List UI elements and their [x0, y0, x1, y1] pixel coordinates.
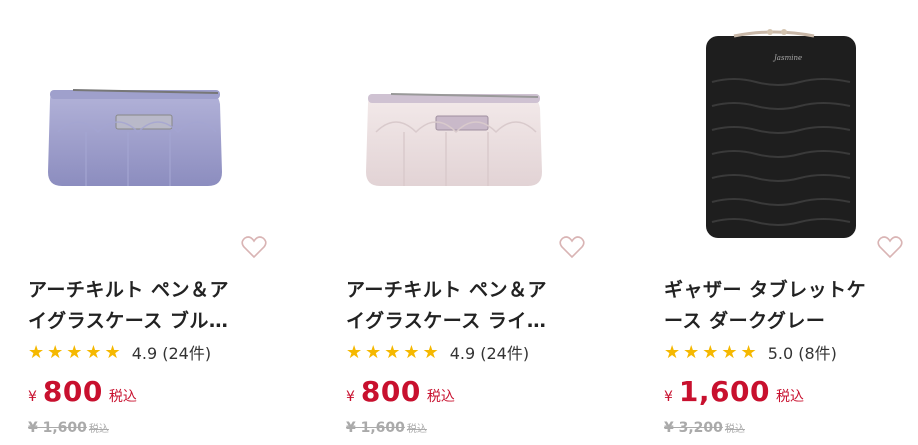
- star-icons: ★★★★★: [28, 341, 124, 363]
- rating: ★★★★★ 4.9 (24件): [346, 340, 529, 364]
- rating: ★★★★★ 4.9 (24件): [28, 340, 211, 364]
- product-title[interactable]: アーチキルト ペン＆ア イグラスケース ブル…: [28, 275, 278, 337]
- original-price-value: ¥ 1,600: [346, 420, 405, 436]
- original-price-value: ¥ 1,600: [28, 420, 87, 436]
- tax-label: 税込: [426, 389, 455, 405]
- tax-label: 税込: [108, 389, 137, 405]
- original-price-value: ¥ 3,200: [664, 420, 723, 436]
- currency-symbol: ¥: [664, 389, 673, 405]
- light-pink-pen-case-image[interactable]: [346, 0, 616, 265]
- currency-symbol: ¥: [28, 389, 37, 405]
- price: ¥ 800 税込: [28, 375, 137, 411]
- rating-text: 5.0 (8件): [767, 344, 837, 363]
- original-price: ¥ 3,200 税込: [664, 420, 745, 436]
- product-title[interactable]: ギャザー タブレットケ ース ダークグレー: [664, 275, 914, 337]
- lavender-pen-case-image[interactable]: [28, 0, 298, 265]
- price-value: 1,600: [678, 375, 770, 408]
- product-card[interactable]: アーチキルト ペン＆ア イグラスケース ライ… ★★★★★ 4.9 (24件) …: [346, 0, 616, 445]
- original-tax-label: 税込: [406, 424, 427, 435]
- dark-gray-tablet-case-image[interactable]: Jasmine: [664, 0, 918, 265]
- star-icons: ★★★★★: [346, 341, 442, 363]
- heart-icon[interactable]: [877, 235, 903, 259]
- svg-text:Jasmine: Jasmine: [772, 54, 802, 62]
- price: ¥ 1,600 税込: [664, 375, 804, 411]
- original-tax-label: 税込: [724, 424, 745, 435]
- currency-symbol: ¥: [346, 389, 355, 405]
- heart-icon[interactable]: [559, 235, 585, 259]
- original-price: ¥ 1,600 税込: [346, 420, 427, 436]
- rating-text: 4.9 (24件): [131, 344, 212, 363]
- price-value: 800: [360, 375, 421, 408]
- star-icons: ★★★★★: [664, 341, 760, 363]
- tax-label: 税込: [776, 389, 804, 405]
- product-card[interactable]: アーチキルト ペン＆ア イグラスケース ブル… ★★★★★ 4.9 (24件) …: [28, 0, 298, 445]
- original-price: ¥ 1,600 税込: [28, 420, 109, 436]
- product-title[interactable]: アーチキルト ペン＆ア イグラスケース ライ…: [346, 275, 596, 337]
- price-value: 800: [42, 375, 103, 408]
- rating-text: 4.9 (24件): [449, 344, 530, 363]
- rating: ★★★★★ 5.0 (8件): [664, 340, 837, 364]
- heart-icon[interactable]: [241, 235, 267, 259]
- product-card[interactable]: Jasmine ギャザー タブレットケ ース ダークグレー ★★★★★ 5.0 …: [664, 0, 918, 445]
- original-tax-label: 税込: [88, 424, 109, 435]
- price: ¥ 800 税込: [346, 375, 455, 411]
